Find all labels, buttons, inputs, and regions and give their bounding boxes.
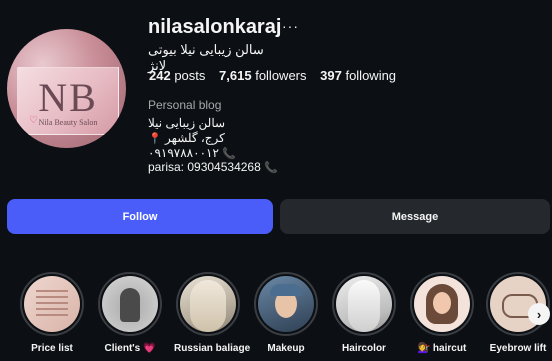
bio-line-4-row: parisa: 09304534268 📞 [148, 160, 278, 174]
highlight-ring [410, 272, 474, 336]
highlight-thumbnail [258, 276, 314, 332]
highlight-thumbnail [102, 276, 158, 332]
posts-stat[interactable]: 242 posts [149, 68, 205, 83]
chevron-right-icon[interactable]: › [528, 303, 550, 325]
phone-icon: 📞 [222, 148, 236, 160]
highlight-label: Russian baliage [174, 343, 251, 354]
followers-label: followers [255, 68, 307, 83]
bio-line-3: ۰۹۱۹۷۸۸۰۰۱۲ [148, 146, 219, 160]
profile-category: Personal blog [148, 98, 222, 112]
highlight-haircolor[interactable]: Haircolor [330, 272, 398, 354]
highlight-ring [332, 272, 396, 336]
highlight-label: Makeup [267, 343, 305, 354]
avatar-logo-card: NB ♡ Nila Beauty Salon [17, 67, 119, 135]
highlight-thumbnail [414, 276, 470, 332]
username: nilasalonkaraj [148, 16, 282, 38]
highlight-ring [254, 272, 318, 336]
highlight-makeup[interactable]: Makeup [252, 272, 320, 354]
phone-icon: 📞 [264, 162, 278, 174]
followers-count: 7,615 [219, 68, 252, 83]
following-stat[interactable]: 397 following [320, 68, 396, 83]
highlight-haircut[interactable]: 💇‍♀️ haircut [408, 272, 476, 354]
highlight-thumbnail [336, 276, 392, 332]
highlight-thumbnail [180, 276, 236, 332]
avatar-brand-text: Nila Beauty Salon [38, 118, 98, 127]
highlight-label: Price list [31, 343, 73, 354]
highlight-russian-baliage[interactable]: Russian baliage [174, 272, 251, 354]
message-button[interactable]: Message [280, 199, 550, 234]
highlight-ring [176, 272, 240, 336]
highlight-label: Haircolor [342, 343, 386, 354]
highlight-label: 💇‍♀️ haircut [417, 343, 467, 354]
highlight-ring [98, 272, 162, 336]
bio-line-1: سالن زیبایی نیلا [148, 116, 226, 130]
highlight-ring [20, 272, 84, 336]
bio-line-2: کرج، گلشهر [165, 131, 225, 145]
highlight-label: Client's 💗 [104, 343, 156, 354]
profile-stats: 242 posts 7,615 followers 397 following [149, 68, 406, 83]
bio-line-3-row: ۰۹۱۹۷۸۸۰۰۱۲ 📞 [148, 146, 236, 160]
bio-line-4: parisa: 09304534268 [148, 160, 261, 174]
avatar-logo-text: NB [38, 75, 98, 120]
posts-count: 242 [149, 68, 171, 83]
posts-label: posts [174, 68, 206, 83]
follow-button[interactable]: Follow [7, 199, 273, 234]
ellipsis-icon[interactable]: ··· [282, 18, 299, 34]
highlight-price-list[interactable]: Price list [18, 272, 86, 354]
following-count: 397 [320, 68, 342, 83]
following-label: following [345, 68, 397, 83]
highlight-thumbnail [24, 276, 80, 332]
highlight-label: Eyebrow lift [489, 343, 547, 354]
followers-stat[interactable]: 7,615 followers [219, 68, 306, 83]
profile-avatar[interactable]: NB ♡ Nila Beauty Salon [7, 29, 126, 148]
bio-line-2-row: 📍 کرج، گلشهر [148, 131, 225, 145]
location-pin-icon: 📍 [148, 133, 162, 145]
highlight-clients[interactable]: Client's 💗 [96, 272, 164, 354]
